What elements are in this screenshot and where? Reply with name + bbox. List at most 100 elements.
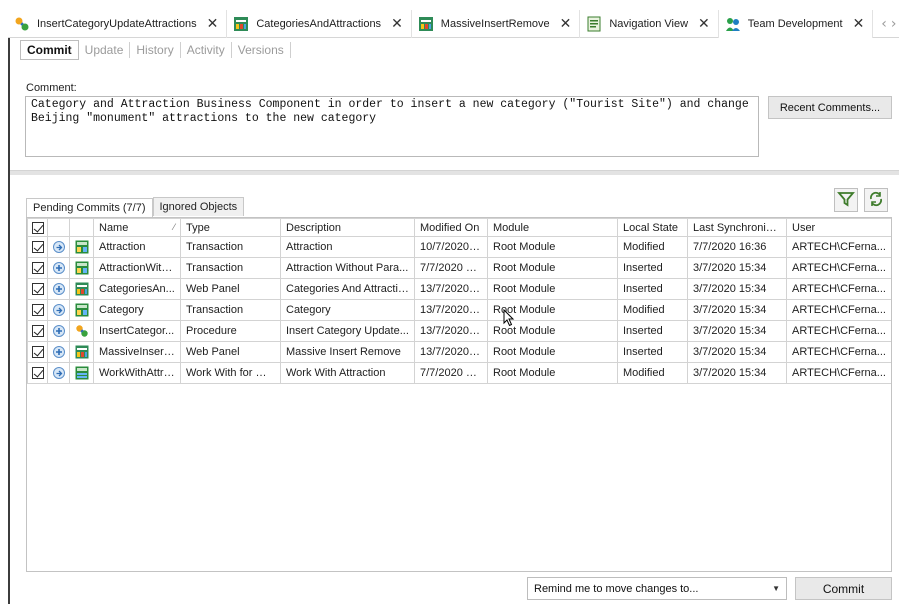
column-header-module[interactable]: Module (487, 218, 618, 237)
close-icon[interactable]: ✕ (560, 16, 572, 32)
row-checkbox-cell[interactable] (27, 236, 48, 258)
filter-button[interactable] (834, 188, 858, 212)
close-icon[interactable]: ✕ (391, 16, 403, 32)
web-panel-icon (69, 341, 94, 363)
cell-last-sync: 3/7/2020 15:34 (687, 341, 787, 363)
row-checkbox-cell[interactable] (27, 257, 48, 279)
remind-select-value: Remind me to move changes to... (534, 582, 699, 595)
close-icon[interactable]: ✕ (853, 16, 865, 32)
doc-tab-navigation-view[interactable]: Navigation View ✕ (580, 10, 719, 38)
select-all-checkbox[interactable] (31, 221, 44, 234)
cell-modified-on: 13/7/2020 1... (414, 278, 488, 300)
column-header-local-state[interactable]: Local State (617, 218, 688, 237)
close-icon[interactable]: ✕ (207, 16, 219, 32)
cell-description: Attraction Without Para... (280, 257, 415, 279)
tab-commit[interactable]: Commit (20, 40, 79, 60)
column-header-modified-on[interactable]: Modified On (414, 218, 488, 237)
dropdown-arrow-icon: ▼ (772, 584, 780, 593)
chevron-left-icon[interactable]: ‹ (881, 16, 887, 32)
web-panel-icon (233, 16, 249, 32)
procedure-icon (14, 16, 30, 32)
chevron-right-icon[interactable]: › (891, 16, 897, 32)
cell-modified-on: 13/7/2020 1... (414, 320, 488, 342)
doc-tab-label: CategoriesAndAttractions (256, 18, 382, 30)
row-checkbox-cell[interactable] (27, 320, 48, 342)
column-header-last-synchronized[interactable]: Last Synchronized (687, 218, 787, 237)
cell-type: Transaction (180, 299, 281, 321)
cell-description: Category (280, 299, 415, 321)
row-checkbox[interactable] (31, 304, 44, 317)
row-checkbox-cell[interactable] (27, 341, 48, 363)
modify-action-icon (47, 236, 70, 258)
doc-tab-team-development[interactable]: Team Development ✕ (718, 10, 874, 38)
column-header-name[interactable]: Name ⁄ (93, 218, 181, 237)
cell-module: Root Module (487, 236, 618, 258)
team-dev-tab-strip: Commit Update History Activity Versions (20, 40, 291, 60)
table-row[interactable]: MassiveInsert... Web Panel Massive Insert … (27, 341, 891, 363)
row-checkbox[interactable] (31, 283, 44, 296)
tab-activity[interactable]: Activity (181, 42, 232, 58)
cell-name: Category (93, 299, 181, 321)
table-row[interactable]: Category Transaction Category 13/7/2020 1..… (27, 299, 891, 321)
cell-local-state: Inserted (617, 257, 688, 279)
row-checkbox-cell[interactable] (27, 278, 48, 300)
table-row[interactable]: Attraction Transaction Attraction 10/7/2020… (27, 236, 891, 258)
commit-button[interactable]: Commit (795, 577, 892, 600)
table-row[interactable]: AttractionWith... Transaction Attraction W… (27, 257, 891, 279)
tab-update[interactable]: Update (79, 42, 131, 58)
cell-local-state: Inserted (617, 341, 688, 363)
cell-user: ARTECH\CFerna... (786, 362, 891, 384)
cell-name: Attraction (93, 236, 181, 258)
cell-type: Web Panel (180, 278, 281, 300)
tab-history[interactable]: History (130, 42, 181, 58)
doc-tab-massive-insert-remove[interactable]: MassiveInsertRemove ✕ (412, 10, 581, 38)
cell-local-state: Inserted (617, 320, 688, 342)
row-checkbox[interactable] (31, 346, 44, 359)
row-checkbox[interactable] (31, 241, 44, 254)
row-checkbox[interactable] (31, 325, 44, 338)
work-with-icon (69, 362, 94, 384)
doc-tab-categories-and-attractions[interactable]: CategoriesAndAttractions ✕ (227, 10, 412, 38)
tab-ignored-objects[interactable]: Ignored Objects (152, 197, 245, 216)
table-row[interactable]: CategoriesAn... Web Panel Categories And A… (27, 278, 891, 300)
header-action (47, 218, 70, 237)
column-header-description[interactable]: Description (280, 218, 415, 237)
row-checkbox-cell[interactable] (27, 362, 48, 384)
tab-pending-commits[interactable]: Pending Commits (7/7) (26, 198, 153, 217)
refresh-button[interactable] (864, 188, 888, 212)
cell-module: Root Module (487, 257, 618, 279)
comment-textarea[interactable]: Category and Attraction Business Compone… (25, 96, 759, 157)
row-checkbox-cell[interactable] (27, 299, 48, 321)
comment-label: Comment: (26, 82, 77, 94)
cell-type: Work With for Web (180, 362, 281, 384)
procedure-icon (69, 320, 94, 342)
cell-modified-on: 13/7/2020 1... (414, 341, 488, 363)
cell-description: Attraction (280, 236, 415, 258)
cell-name: CategoriesAn... (93, 278, 181, 300)
close-icon[interactable]: ✕ (698, 16, 710, 32)
cell-module: Root Module (487, 278, 618, 300)
tab-versions[interactable]: Versions (232, 42, 291, 58)
table-row[interactable]: WorkWithAttra... Work With for Web Work Wi… (27, 362, 891, 384)
cell-module: Root Module (487, 341, 618, 363)
document-tab-strip: InsertCategoryUpdateAttractions ✕ Catego… (8, 10, 899, 38)
row-checkbox[interactable] (31, 262, 44, 275)
insert-action-icon (47, 257, 70, 279)
column-header-type[interactable]: Type (180, 218, 281, 237)
table-row[interactable]: InsertCategor... Procedure Insert Category… (27, 320, 891, 342)
web-panel-icon (418, 16, 434, 32)
column-header-user[interactable]: User (786, 218, 891, 237)
pending-tab-strip: Pending Commits (7/7) Ignored Objects (26, 197, 245, 217)
insert-action-icon (47, 278, 70, 300)
panel-splitter[interactable] (10, 170, 899, 175)
recent-comments-button[interactable]: Recent Comments... (768, 96, 892, 119)
select-all-checkbox-cell[interactable] (27, 218, 48, 237)
tab-navigation: ‹ › ▿ (873, 10, 899, 37)
cell-modified-on: 10/7/2020 1... (414, 236, 488, 258)
pending-commits-grid: Name ⁄ Type Description Modified On Modul… (26, 217, 892, 572)
doc-tab-insert-category-update-attractions[interactable]: InsertCategoryUpdateAttractions ✕ (8, 10, 228, 38)
remind-move-changes-select[interactable]: Remind me to move changes to... ▼ (527, 577, 787, 600)
row-checkbox[interactable] (31, 367, 44, 380)
cell-description: Categories And Attractio... (280, 278, 415, 300)
cell-name: InsertCategor... (93, 320, 181, 342)
